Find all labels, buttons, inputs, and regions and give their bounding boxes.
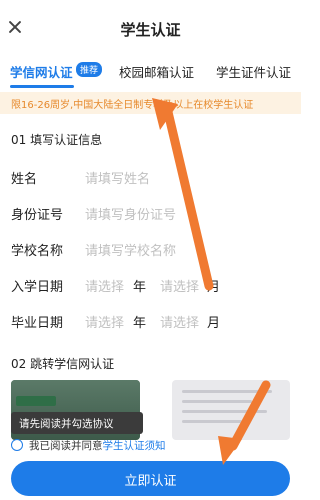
tooltip-text: 请先阅读并勾选协议 — [19, 418, 114, 430]
example-image-right — [172, 380, 290, 440]
recommend-badge: 推荐 — [76, 62, 103, 77]
page-title: 学生认证 — [120, 21, 181, 39]
graduate-date-row: 毕业日期 请选择 年 请选择 月 — [0, 304, 301, 338]
school-input[interactable]: 请填写学校名称 — [85, 240, 176, 259]
tab-student-card[interactable]: 学生证件认证 — [216, 62, 291, 81]
notice-text: 限16-26周岁,中国大陆全日制专科及以上在校学生认证 — [11, 100, 254, 111]
tab-campus-email[interactable]: 校园邮箱认证 — [119, 62, 194, 81]
doc-line — [182, 400, 252, 403]
graduate-month-select[interactable]: 请选择 — [160, 312, 199, 331]
name-label: 姓名 — [11, 172, 38, 187]
submit-button[interactable]: 立即认证 — [11, 461, 290, 496]
id-number-input[interactable]: 请填写身份证号 — [85, 204, 176, 223]
doc-line — [182, 390, 272, 393]
graduate-year-unit: 年 — [133, 316, 147, 331]
agreement-tooltip: 请先阅读并勾选协议 — [11, 412, 143, 434]
agreement-link[interactable]: 学生认证须知 — [103, 440, 166, 452]
submit-label: 立即认证 — [124, 474, 177, 489]
id-number-label: 身份证号 — [11, 208, 64, 223]
enroll-month-unit: 月 — [207, 280, 221, 295]
agree-checkbox[interactable] — [11, 439, 23, 451]
name-row: 姓名 请填写姓名 — [0, 160, 301, 194]
graduate-month-unit: 月 — [207, 316, 221, 331]
agreement-row: 我已阅读并同意学生认证须知 — [11, 437, 291, 453]
id-number-row: 身份证号 请填写身份证号 — [0, 196, 301, 230]
agreement-prefix: 我已阅读并同意 — [29, 440, 103, 452]
enroll-date-label: 入学日期 — [11, 280, 64, 295]
tab-bar: 学信网认证 推荐 校园邮箱认证 学生证件认证 — [0, 56, 301, 88]
green-chip — [16, 396, 56, 406]
enroll-year-unit: 年 — [133, 280, 147, 295]
graduate-year-select[interactable]: 请选择 — [85, 312, 124, 331]
section-title-fill-info: 01 填写认证信息 — [11, 133, 103, 147]
enroll-year-select[interactable]: 请选择 — [85, 276, 124, 295]
school-label: 学校名称 — [11, 244, 64, 259]
agreement-text: 我已阅读并同意学生认证须知 — [29, 438, 166, 453]
notice-banner: 限16-26周岁,中国大陆全日制专科及以上在校学生认证 — [0, 92, 301, 114]
doc-line — [182, 410, 267, 413]
school-row: 学校名称 请填写学校名称 — [0, 232, 301, 266]
enroll-month-select[interactable]: 请选择 — [160, 276, 199, 295]
tab-xuexin[interactable]: 学信网认证 — [10, 62, 73, 81]
section-title-jump: 02 跳转学信网认证 — [11, 357, 115, 371]
enroll-date-row: 入学日期 请选择 年 请选择 月 — [0, 268, 301, 302]
graduate-date-label: 毕业日期 — [11, 316, 64, 331]
header: 学生认证 — [0, 0, 301, 56]
active-tab-indicator — [10, 85, 74, 88]
doc-line — [182, 420, 242, 423]
name-input[interactable]: 请填写姓名 — [85, 168, 150, 187]
